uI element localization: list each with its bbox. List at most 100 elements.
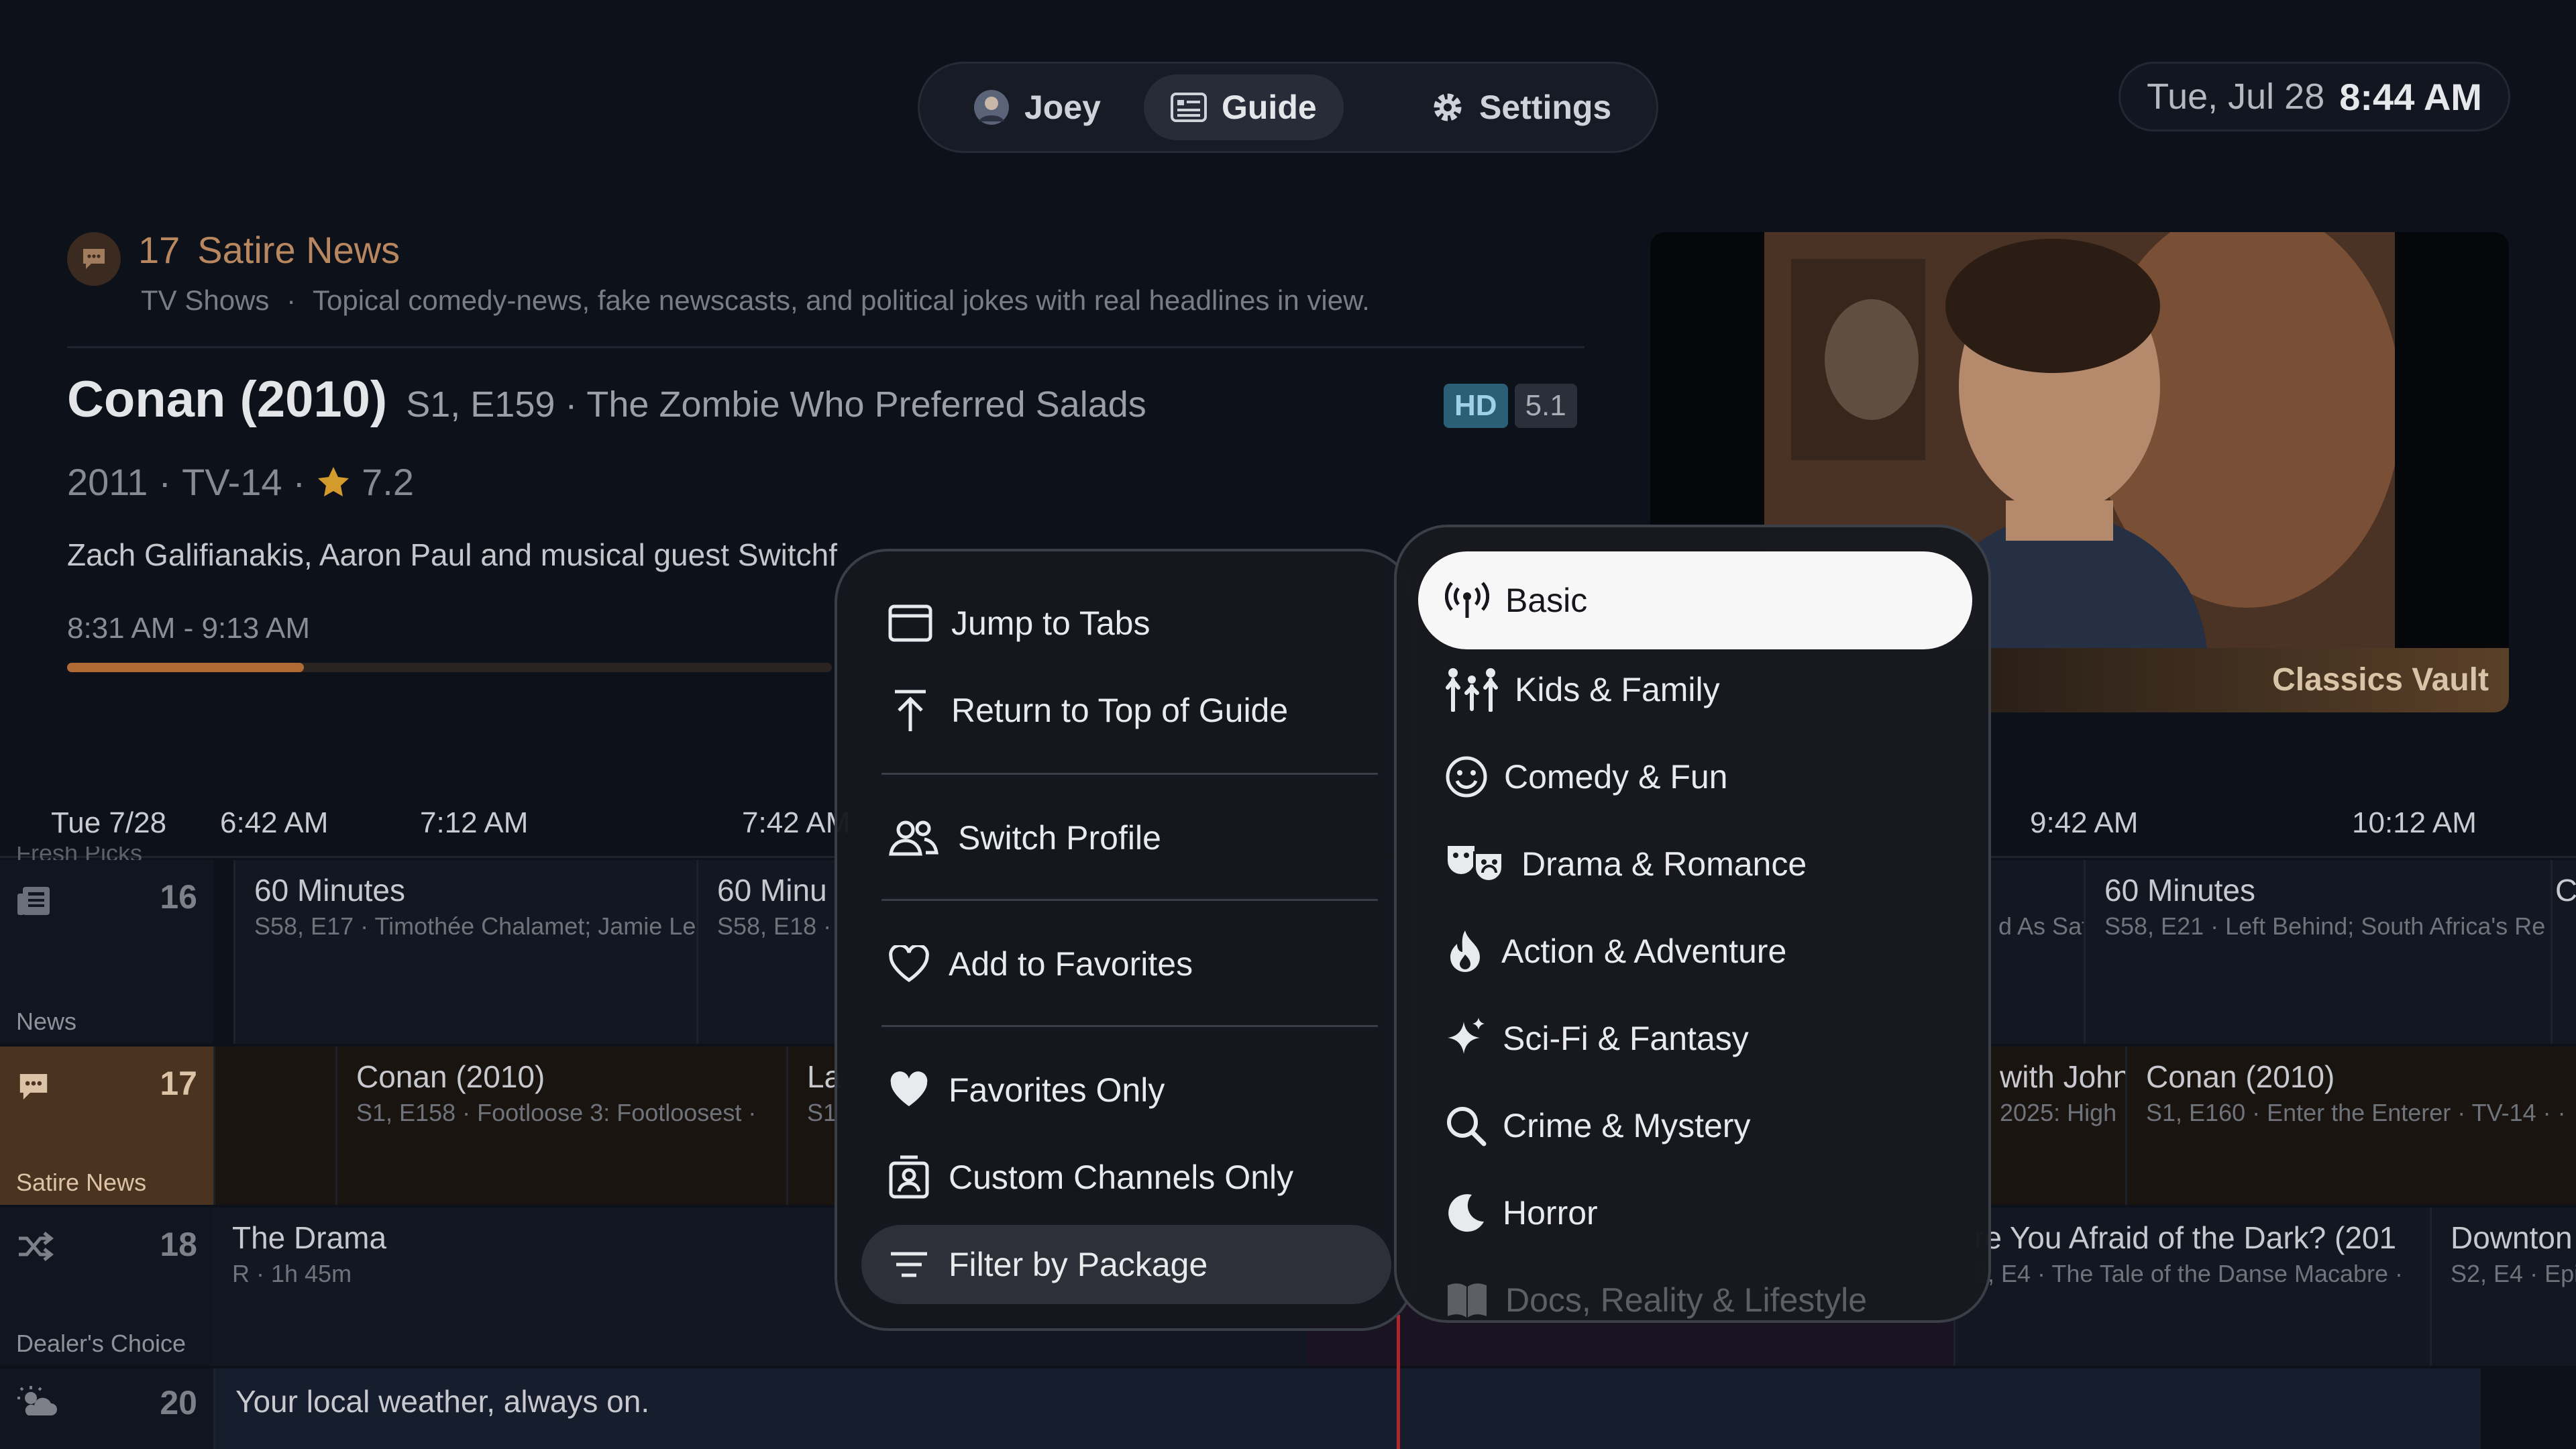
- nav-guide-label: Guide: [1222, 89, 1317, 126]
- channel-category: TV Shows: [141, 284, 270, 316]
- package-label: Drama & Romance: [1521, 845, 1807, 883]
- channel-subtitle: TV Shows · Topical comedy-news, fake new…: [141, 284, 1370, 317]
- program-cell[interactable]: [213, 1046, 335, 1205]
- package-docs-reality-lifestyle[interactable]: Docs, Reality & Lifestyle: [1418, 1256, 1972, 1320]
- hd-badge: HD: [1444, 384, 1508, 428]
- program-cell[interactable]: Downton S2, E4 · Epi: [2430, 1208, 2576, 1366]
- program-cell-title: Downton: [2451, 1220, 2573, 1255]
- timeline-slot: 9:42 AM: [2030, 806, 2139, 839]
- program-year: 2011: [67, 461, 148, 503]
- heart-filled-icon: [888, 1071, 930, 1109]
- nav-settings-button[interactable]: Settings: [1404, 74, 1638, 140]
- channel-number: 18: [160, 1226, 197, 1263]
- separator-dot: ·: [158, 461, 172, 503]
- header-divider: [67, 346, 1585, 348]
- moon-icon: [1445, 1192, 1487, 1234]
- package-basic[interactable]: Basic: [1418, 551, 1972, 649]
- audio-badge: 5.1: [1514, 384, 1577, 428]
- program-rating: TV-14: [182, 461, 282, 503]
- program-time-range: 8:31 AM - 9:13 AM: [67, 612, 310, 645]
- gear-icon: [1431, 91, 1464, 124]
- menu-separator: [881, 1025, 1378, 1027]
- channel-title: 17 Satire News: [138, 228, 400, 272]
- package-horror[interactable]: Horror: [1418, 1169, 1972, 1257]
- program-cell-subtitle: S58, E21 · Left Behind; South Africa's R…: [2104, 912, 2546, 940]
- program-cell[interactable]: C: [2551, 860, 2576, 1044]
- program-cell-title: with John: [2000, 1059, 2125, 1094]
- timeline-slot: 10:12 AM: [2352, 806, 2477, 839]
- menu-item-label: Custom Channels Only: [949, 1159, 1294, 1196]
- guide-row-20: 20 Your local weather, always on.: [0, 1368, 2576, 1449]
- newspaper-icon: [16, 884, 52, 918]
- nav-profile-button[interactable]: Joey: [947, 74, 1128, 140]
- program-cell-subtitle: S1: [807, 1099, 837, 1126]
- smiley-icon: [1445, 755, 1488, 798]
- program-cell-subtitle: R · 1h 45m: [232, 1260, 352, 1287]
- package-drama-romance[interactable]: Drama & Romance: [1418, 820, 1972, 908]
- menu-item-label: Add to Favorites: [949, 945, 1193, 983]
- menu-return-to-top[interactable]: Return to Top of Guide: [861, 671, 1391, 750]
- nav-guide-tab[interactable]: Guide: [1144, 74, 1344, 140]
- menu-item-label: Return to Top of Guide: [951, 692, 1289, 729]
- program-cell-subtitle: S1, E158 · Footloose 3: Footloosest ·: [356, 1099, 757, 1126]
- channel-group-label: News: [16, 1008, 77, 1035]
- channel-cell-18[interactable]: 18 Dealer's Choice: [0, 1208, 213, 1366]
- speech-bubble-icon: [80, 246, 107, 272]
- program-cell[interactable]: 60 Minutes S58, E17 · Timothée Chalamet;…: [233, 860, 696, 1044]
- program-cell[interactable]: Conan (2010) S1, E160 · Enter the Entere…: [2125, 1046, 2576, 1205]
- group-label-partial: Fresh Picks: [16, 847, 143, 861]
- heart-outline-icon: [888, 945, 930, 983]
- program-cell[interactable]: re You Afraid of the Dark? (201 2, E4 · …: [1953, 1208, 2430, 1366]
- menu-filter-by-package[interactable]: Filter by Package: [861, 1225, 1391, 1304]
- channel-cell-16[interactable]: 16 News: [0, 860, 213, 1044]
- package-submenu: Basic Kids & Family Comedy & Fun Drama &…: [1394, 525, 1991, 1323]
- package-kids-family[interactable]: Kids & Family: [1418, 645, 1972, 734]
- channel-name: Satire News: [197, 229, 400, 271]
- menu-switch-profile[interactable]: Switch Profile: [861, 798, 1391, 877]
- weather-icon: [16, 1386, 58, 1418]
- menu-add-to-favorites[interactable]: Add to Favorites: [861, 924, 1391, 1004]
- channel-number: 20: [160, 1384, 197, 1421]
- star-icon: [316, 466, 351, 499]
- sparkles-icon: [1445, 1016, 1487, 1061]
- channel-cell-17[interactable]: 17 Satire News: [0, 1046, 213, 1205]
- program-cell-title: Conan (2010): [356, 1059, 545, 1094]
- people-icon: [888, 819, 939, 857]
- channel-cell-20[interactable]: 20: [0, 1368, 213, 1449]
- separator-dot: ·: [286, 284, 297, 316]
- program-cell-subtitle: S1, E160 · Enter the Enterer · TV-14 · ·: [2146, 1099, 2566, 1126]
- clock-date: Tue, Jul 28: [2147, 76, 2325, 117]
- program-cell-subtitle: 2025: High: [2000, 1099, 2117, 1126]
- program-cell-title: The Drama: [232, 1220, 387, 1255]
- program-badges: HD 5.1: [1444, 384, 1577, 428]
- clock-time: 8:44 AM: [2339, 75, 2482, 118]
- package-comedy-fun[interactable]: Comedy & Fun: [1418, 733, 1972, 821]
- channel-number: 16: [160, 878, 197, 916]
- program-cell[interactable]: Conan (2010) S1, E158 · Footloose 3: Foo…: [335, 1046, 786, 1205]
- program-cell-subtitle: S58, E18 ·: [717, 912, 832, 940]
- program-cell[interactable]: Your local weather, always on.: [213, 1368, 2481, 1449]
- book-icon: [1445, 1281, 1489, 1319]
- package-crime-mystery[interactable]: Crime & Mystery: [1418, 1081, 1972, 1170]
- menu-jump-to-tabs[interactable]: Jump to Tabs: [861, 584, 1391, 663]
- channel-group-label: Dealer's Choice: [16, 1330, 186, 1357]
- package-action-adventure[interactable]: Action & Adventure: [1418, 907, 1972, 996]
- channel-group-label: Satire News: [16, 1169, 147, 1196]
- program-cell-title: 60 Minutes: [2104, 873, 2256, 908]
- program-cell[interactable]: d As Saf: [1986, 860, 2084, 1044]
- top-nav: Joey Guide Settings: [918, 62, 1658, 153]
- speech-bubble-icon: [16, 1071, 51, 1103]
- context-menu: Jump to Tabs Return to Top of Guide Swit…: [835, 549, 1414, 1331]
- program-cell-title: C: [2555, 873, 2576, 908]
- program-progress-fill: [67, 663, 305, 672]
- program-cell[interactable]: 60 Minutes S58, E21 · Left Behind; South…: [2084, 860, 2551, 1044]
- family-icon: [1445, 667, 1499, 712]
- program-title: Conan (2010): [67, 371, 388, 428]
- window-icon: [888, 604, 932, 642]
- program-cell[interactable]: with John 2025: High: [1986, 1046, 2125, 1205]
- program-episode: S1, E159 · The Zombie Who Preferred Sala…: [406, 384, 1146, 425]
- menu-custom-channels-only[interactable]: Custom Channels Only: [861, 1138, 1391, 1217]
- package-scifi-fantasy[interactable]: Sci-Fi & Fantasy: [1418, 994, 1972, 1083]
- menu-favorites-only[interactable]: Favorites Only: [861, 1051, 1391, 1130]
- program-cell-subtitle: 2, E4 · The Tale of the Danse Macabre ·: [1974, 1260, 2404, 1287]
